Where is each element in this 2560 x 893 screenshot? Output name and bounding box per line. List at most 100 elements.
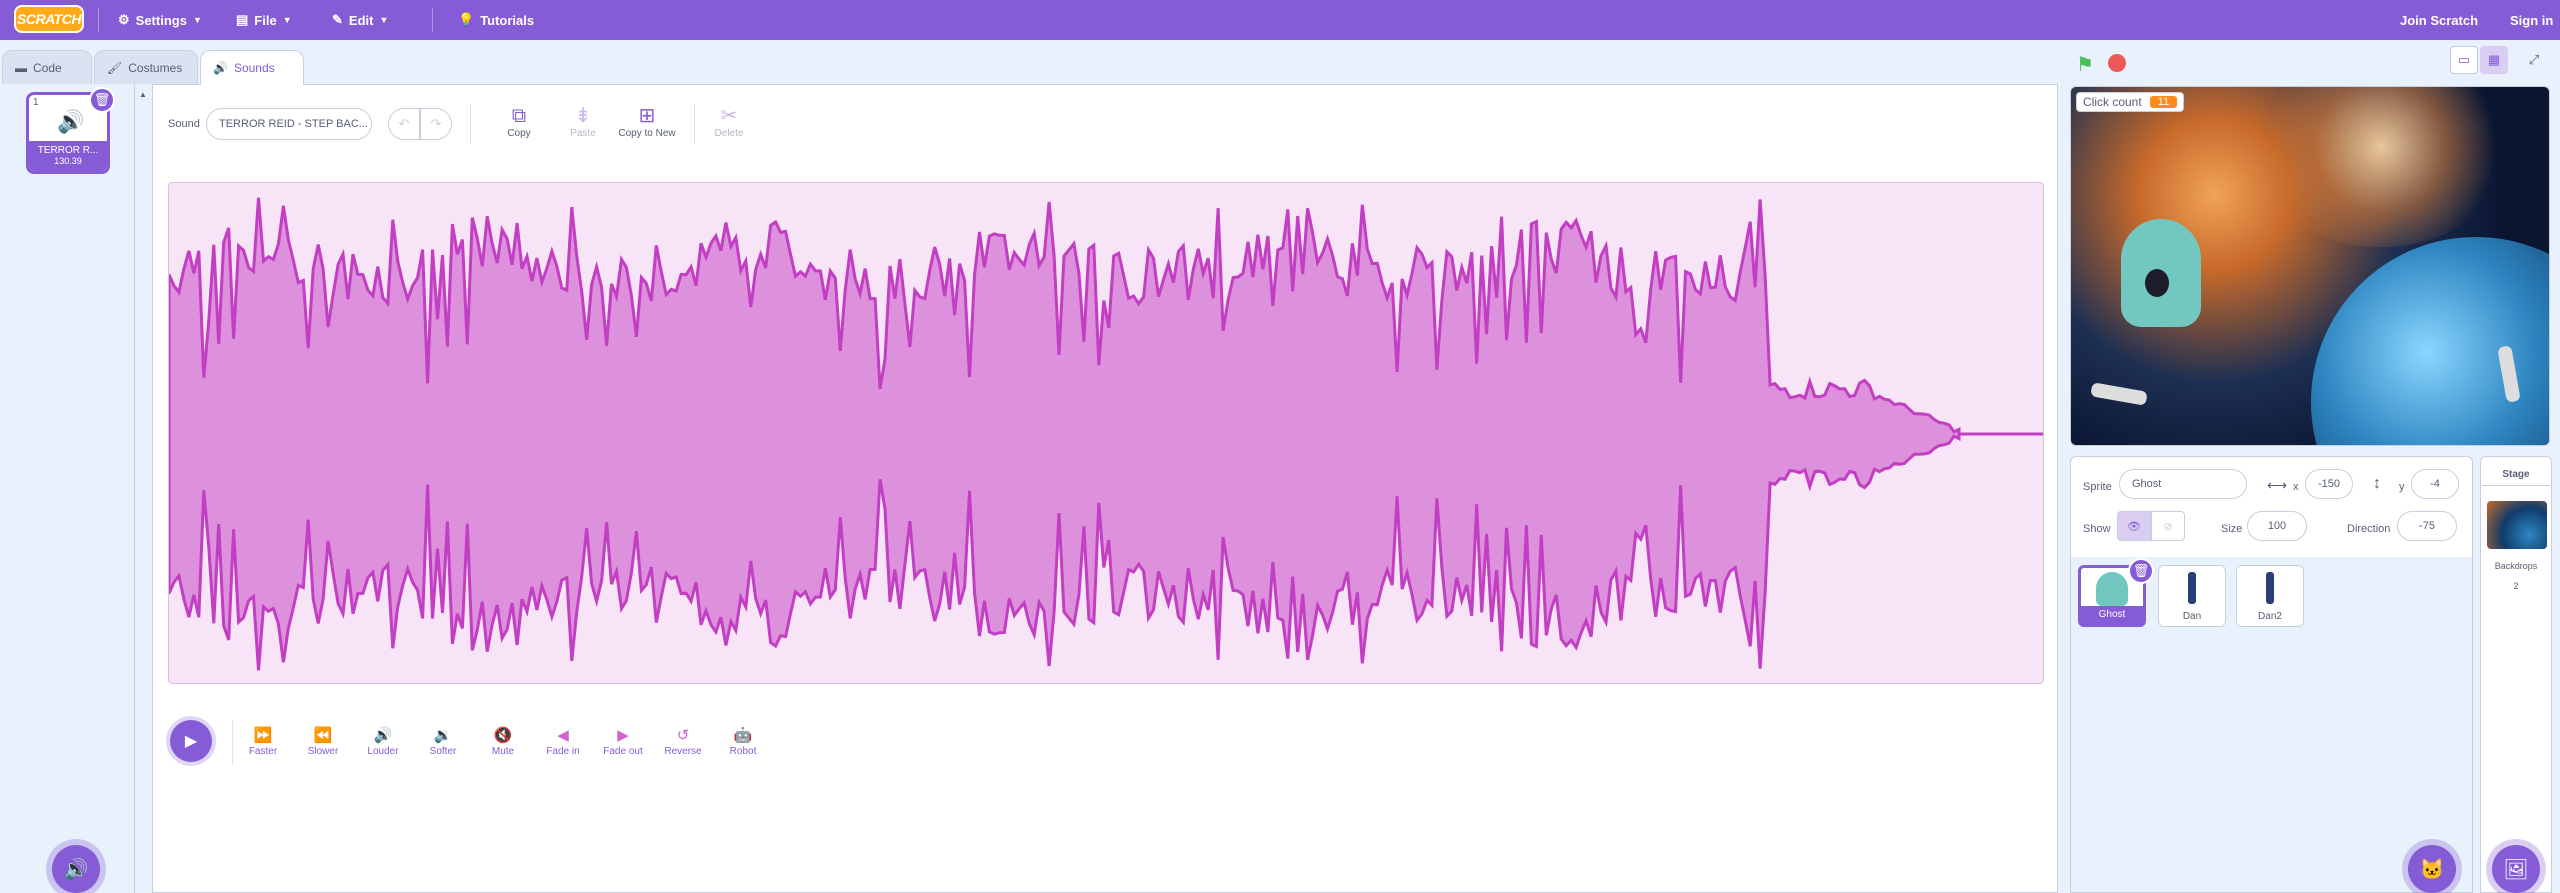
softer-icon: 🔉: [433, 727, 453, 744]
fullscreen-button[interactable]: ⤢: [2520, 46, 2548, 74]
chevron-down-icon: ▼: [282, 15, 292, 25]
file-menu-label: File: [254, 12, 277, 28]
sprite-tile-label: Dan: [2182, 611, 2202, 622]
reverse-effect-button[interactable]: ↺ Reverse: [652, 726, 714, 757]
join-scratch-link[interactable]: Join Scratch: [2400, 0, 2478, 40]
file-menu[interactable]: ▤ File ▼: [236, 0, 292, 40]
robot-label: Robot: [729, 746, 757, 757]
sprite-name-label: Sprite: [2083, 481, 2112, 493]
add-sound-button[interactable]: 🔊: [52, 845, 100, 893]
variable-monitor: Click count 11: [2076, 92, 2185, 112]
eye-icon: 👁: [2127, 520, 2141, 533]
sprite-tile-dan[interactable]: Dan: [2158, 565, 2226, 627]
tutorials-label: Tutorials: [480, 12, 535, 28]
choose-backdrop-button[interactable]: 🖼: [2492, 845, 2540, 893]
paste-icon: ⇟: [574, 105, 592, 127]
fade-in-label: Fade in: [546, 746, 580, 757]
backdrops-label: Backdrops: [2494, 561, 2538, 571]
tab-sounds-label: Sounds: [233, 61, 275, 75]
speaker-icon: 🔊: [213, 61, 228, 75]
fade-out-label: Fade out: [603, 746, 643, 757]
tutorials-button[interactable]: 💡 Tutorials: [458, 0, 534, 40]
y-input[interactable]: -4: [2411, 469, 2459, 499]
fade-out-icon: ▶: [617, 727, 629, 744]
delete-sprite-icon[interactable]: 🗑: [2128, 558, 2154, 584]
tab-sounds[interactable]: 🔊 Sounds: [200, 50, 304, 85]
sprite-tile-label: Ghost: [2081, 606, 2143, 624]
size-input[interactable]: 100: [2247, 511, 2307, 541]
fade-in-effect-button[interactable]: ◀ Fade in: [532, 726, 594, 757]
play-icon: ▶: [184, 733, 198, 750]
y-label: y: [2399, 481, 2405, 493]
show-visible-button[interactable]: 👁: [2117, 511, 2151, 541]
reverse-label: Reverse: [664, 746, 702, 757]
ghost-sprite[interactable]: [2121, 219, 2201, 327]
sign-in-link[interactable]: Sign in: [2510, 0, 2553, 40]
robot-effect-button[interactable]: 🤖 Robot: [712, 726, 774, 757]
redo-button[interactable]: ↷: [420, 108, 452, 140]
show-hidden-button[interactable]: ⊘: [2151, 511, 2185, 541]
softer-label: Softer: [429, 746, 457, 757]
cat-icon: 🐱: [2419, 858, 2445, 881]
small-stage-button[interactable]: ▭: [2450, 46, 2478, 74]
scratch-logo[interactable]: SCRATCH: [14, 5, 84, 33]
slower-effect-button[interactable]: ⏪ Slower: [292, 726, 354, 757]
stage-panel-divider: [2482, 485, 2550, 486]
copy-button[interactable]: ⧉ Copy: [484, 104, 554, 139]
paste-label: Paste: [570, 128, 596, 139]
speaker-icon: 🔊: [57, 109, 85, 134]
louder-effect-button[interactable]: 🔊 Louder: [352, 726, 414, 757]
menu-bar: SCRATCH ⚙ Settings ▼ ▤ File ▼ ✎ Edit ▼ 💡…: [0, 0, 2560, 40]
show-label: Show: [2083, 523, 2111, 535]
ghost-thumbnail: [2096, 572, 2128, 606]
backdrop-thumbnail: [2487, 501, 2547, 549]
add-sprite-button[interactable]: 🐱: [2408, 845, 2456, 893]
play-button[interactable]: ▶: [170, 720, 212, 762]
stop-icon[interactable]: [2108, 54, 2126, 72]
green-flag-icon[interactable]: ⚑: [2076, 52, 2094, 77]
stage-panel[interactable]: Stage Backdrops 2: [2480, 456, 2552, 893]
large-stage-button[interactable]: ▦: [2480, 46, 2508, 74]
edit-menu[interactable]: ✎ Edit ▼: [332, 0, 388, 40]
paste-button[interactable]: ⇟ Paste: [548, 104, 618, 139]
undo-button[interactable]: ↶: [388, 108, 420, 140]
backdrops-count: 2: [2513, 581, 2519, 591]
delete-label: Delete: [714, 128, 744, 139]
x-input[interactable]: -150: [2305, 469, 2353, 499]
delete-sound-icon[interactable]: 🗑: [89, 87, 115, 113]
delete-button[interactable]: ✂ Delete: [694, 104, 764, 139]
size-label: Size: [2221, 523, 2243, 535]
faster-effect-button[interactable]: ⏩ Faster: [232, 726, 294, 757]
settings-menu-label: Settings: [135, 12, 187, 28]
monitor-value: 11: [2149, 96, 2178, 108]
tab-code[interactable]: ▬ Code: [2, 50, 92, 84]
fullscreen-icon: ⤢: [2528, 52, 2540, 67]
monitor-label: Click count: [2083, 95, 2142, 109]
direction-input[interactable]: -75: [2397, 511, 2457, 541]
sound-list: [0, 84, 135, 893]
brush-icon: 🖌: [107, 60, 123, 75]
sound-tile-caption: TERROR R... 130.39: [29, 141, 107, 171]
sprite-tile-dan2[interactable]: Dan2: [2236, 565, 2304, 627]
mute-effect-button[interactable]: 🔇 Mute: [472, 726, 534, 757]
small-stage-icon: ▭: [2457, 52, 2471, 67]
tab-costumes[interactable]: 🖌 Costumes: [94, 50, 198, 84]
tab-code-label: Code: [33, 60, 62, 75]
dan-sprite[interactable]: [2090, 382, 2148, 406]
scroll-up-icon[interactable]: ▲: [139, 90, 147, 99]
softer-effect-button[interactable]: 🔉 Softer: [412, 726, 474, 757]
sprite-name-input[interactable]: Ghost: [2119, 469, 2247, 499]
y-arrow-icon: ↕: [2373, 475, 2381, 492]
settings-menu[interactable]: ⚙ Settings ▼: [118, 0, 202, 40]
planet: [2311, 237, 2549, 445]
sound-list-scrollbar[interactable]: ▲: [136, 84, 151, 893]
x-label: x: [2293, 481, 2299, 493]
sound-name-input[interactable]: TERROR REID - STEP BAC...: [206, 108, 372, 140]
waveform-display[interactable]: [168, 182, 2044, 684]
fade-out-effect-button[interactable]: ▶ Fade out: [592, 726, 654, 757]
copy-label: Copy: [507, 128, 531, 139]
copy-to-new-button[interactable]: ⊞ Copy to New: [612, 104, 682, 139]
code-icon: ▬: [15, 60, 27, 75]
speaker-icon: 🔊: [63, 858, 89, 881]
stage-canvas[interactable]: [2070, 86, 2550, 446]
